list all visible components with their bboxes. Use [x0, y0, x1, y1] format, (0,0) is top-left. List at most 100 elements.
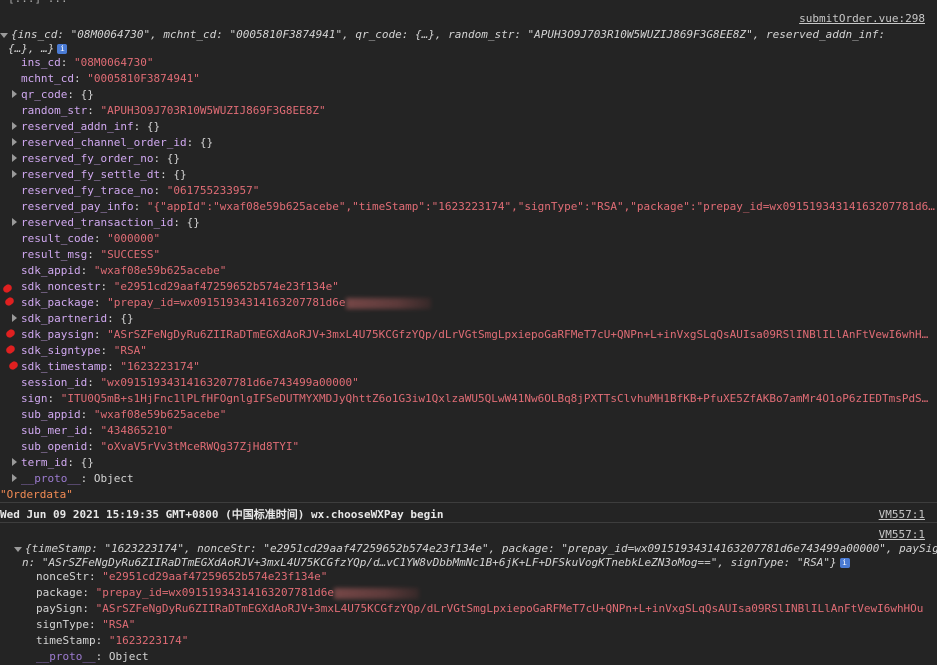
colon: : [87, 424, 101, 437]
chevron-right-icon[interactable] [12, 138, 17, 146]
property-row[interactable]: reserved_addn_inf: {} [12, 119, 160, 135]
colon: : [88, 570, 103, 583]
source-link-vm557-a[interactable]: VM557:1 [879, 507, 925, 523]
property-key: sub_appid [21, 408, 81, 421]
property-value: {} [120, 312, 134, 325]
property-row: mchnt_cd: "0005810F3874941" [12, 71, 200, 87]
property-row: sub_appid: "wxaf08e59b625acebe" [12, 407, 226, 423]
property-key: sdk_timestamp [21, 360, 108, 373]
property-row[interactable]: term_id: {} [12, 455, 94, 471]
orderdata-log: "Orderdata" [0, 488, 73, 501]
colon: : [133, 200, 147, 213]
colon: : [80, 264, 94, 277]
property-key: reserved_transaction_id [21, 216, 174, 229]
colon: : [73, 72, 88, 85]
property-row: sdk_package: "prepay_id=wx09151934314163… [12, 295, 431, 311]
chevron-right-icon[interactable] [12, 90, 17, 98]
property-value: "prepay_id=wx09151934314163207781d6e [95, 586, 335, 599]
colon: : [82, 602, 96, 615]
chevron-right-icon[interactable] [12, 170, 17, 178]
property-value: Object [93, 472, 134, 485]
info-icon[interactable]: i [839, 558, 850, 568]
property-key: result_code [21, 232, 94, 245]
log1-preview-text: {ins_cd: "08M0064730", mchnt_cd: "000581… [11, 28, 886, 41]
property-value: "000000" [107, 232, 161, 245]
chevron-down-icon[interactable] [0, 33, 8, 38]
colon: : [153, 152, 167, 165]
colon: : [67, 456, 81, 469]
property-row[interactable]: reserved_transaction_id: {} [12, 215, 200, 231]
property-row: timeStamp: "1623223174" [27, 633, 188, 649]
property-key: sdk_partnerid [21, 312, 108, 325]
redacted-blur [334, 587, 420, 599]
property-value: "oXvaV5rVv3tMceRWQg37ZjHd8TYI" [100, 440, 300, 453]
property-value: "061755233957" [166, 184, 260, 197]
property-row: result_msg: "SUCCESS" [12, 247, 160, 263]
colon: : [173, 216, 187, 229]
property-value: "ITU0Q5mB+s1HjFnc1lPLfHFOgnlgIFSeDUTMYXM… [60, 392, 929, 405]
colon: : [100, 344, 114, 357]
property-key: session_id [21, 376, 88, 389]
property-row[interactable]: qr_code: {} [12, 87, 94, 103]
property-value: {} [80, 88, 94, 101]
colon: : [87, 376, 101, 389]
colon: : [87, 248, 101, 261]
property-key: reserved_addn_inf [21, 120, 134, 133]
chevron-right-icon[interactable] [12, 314, 17, 322]
colon: : [186, 136, 200, 149]
property-row[interactable]: reserved_channel_order_id: {} [12, 135, 213, 151]
property-row: random_str: "APUH3O9J703R10W5WUZIJ869F3G… [12, 103, 326, 119]
chevron-right-icon[interactable] [12, 458, 17, 466]
property-value: "RSA" [113, 344, 147, 357]
colon: : [93, 296, 108, 309]
colon: : [95, 650, 109, 663]
property-value: Object [108, 650, 149, 663]
property-row[interactable]: reserved_fy_settle_dt: {} [12, 167, 187, 183]
colon: : [107, 312, 121, 325]
property-row: reserved_fy_trace_no: "061755233957" [12, 183, 259, 199]
property-row[interactable]: reserved_fy_order_no: {} [12, 151, 180, 167]
property-value: {} [186, 216, 200, 229]
chevron-right-icon[interactable] [12, 218, 17, 226]
property-key: ins_cd [21, 56, 61, 69]
colon: : [93, 232, 108, 245]
property-row: reserved_pay_info: "{"appId":"wxaf08e59b… [12, 199, 935, 215]
property-row: paySign: "ASrSZFeNgDyRu6ZIIRaDTmEGXdAoRJ… [27, 601, 923, 617]
chevron-right-icon[interactable] [12, 154, 17, 162]
property-key: reserved_fy_settle_dt [21, 168, 161, 181]
property-key: sdk_paysign [21, 328, 94, 341]
property-key: sdk_noncestr [21, 280, 101, 293]
chevron-down-icon[interactable] [14, 547, 22, 552]
property-row[interactable]: __proto__: Object [12, 471, 134, 487]
property-value: "prepay_id=wx09151934314163207781d6e [107, 296, 346, 309]
source-link-submitorder[interactable]: submitOrder.vue:298 [799, 11, 925, 27]
separator [0, 502, 937, 503]
property-value: "ASrSZFeNgDyRu6ZIIRaDTmEGXdAoRJV+3mxL4U7… [95, 602, 924, 615]
property-row: package: "prepay_id=wx091519343141632077… [27, 585, 420, 601]
property-key: term_id [21, 456, 68, 469]
chevron-right-icon[interactable] [12, 122, 17, 130]
property-row: __proto__: Object [27, 649, 149, 665]
colon: : [88, 618, 103, 631]
property-key: reserved_fy_order_no [21, 152, 154, 165]
property-value: "wx09151934314163207781d6e743499a00000" [100, 376, 359, 389]
property-value: "wxaf08e59b625acebe" [93, 264, 227, 277]
property-value: "1623223174" [108, 634, 189, 647]
property-value: "0005810F3874941" [87, 72, 200, 85]
property-row[interactable]: sdk_partnerid: {} [12, 311, 134, 327]
info-icon[interactable]: i [57, 44, 68, 54]
property-value: "e2951cd29aaf47259652b574e23f134e" [102, 570, 328, 583]
log3-preview-text: {timeStamp: "1623223174", nonceStr: "e29… [25, 542, 937, 555]
property-row: ins_cd: "08M0064730" [12, 55, 153, 71]
property-value: "434865210" [100, 424, 174, 437]
property-key: reserved_pay_info [21, 200, 134, 213]
property-row: sub_mer_id: "434865210" [12, 423, 173, 439]
property-row: sub_openid: "oXvaV5rVv3tMceRWQg37ZjHd8TY… [12, 439, 299, 455]
property-row: sign: "ITU0Q5mB+s1HjFnc1lPLfHFOgnlgIFSeD… [12, 391, 928, 407]
log1-preview[interactable]: {ins_cd: "08M0064730", mchnt_cd: "000581… [0, 27, 885, 43]
clipped-header: [...] ... [8, 0, 68, 7]
property-key: package [36, 586, 83, 599]
chevron-right-icon[interactable] [12, 474, 17, 482]
colon: : [93, 328, 108, 341]
property-row: result_code: "000000" [12, 231, 160, 247]
